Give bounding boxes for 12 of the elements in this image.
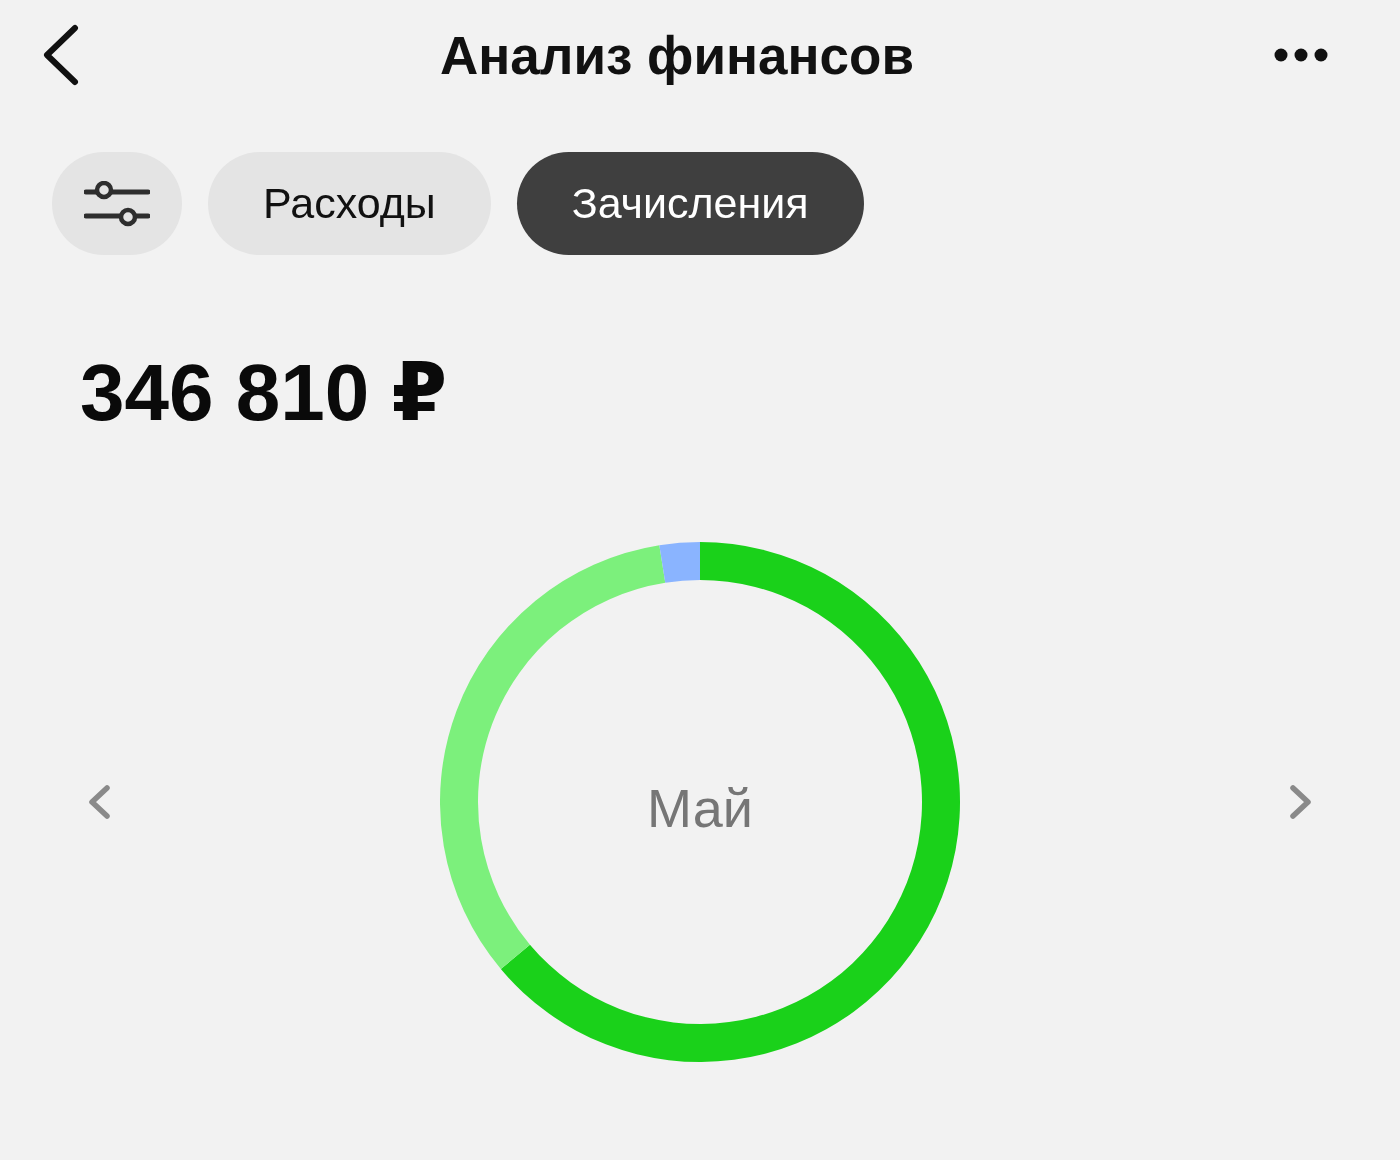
- month-label: Май: [647, 777, 753, 839]
- total-amount: 346 810 ₽: [80, 353, 448, 433]
- chevron-left-icon: [86, 784, 112, 820]
- screen-title: Анализ финансов: [440, 24, 914, 86]
- more-icon: [1274, 48, 1328, 62]
- chevron-right-icon: [1288, 784, 1314, 820]
- tab[interactable]: Зачисления: [516, 152, 864, 255]
- more-button[interactable]: [1274, 48, 1328, 62]
- tab[interactable]: Расходы: [208, 152, 491, 255]
- next-button[interactable]: [1288, 784, 1314, 820]
- sliders-icon: [84, 180, 150, 227]
- previous-button[interactable]: [86, 784, 112, 820]
